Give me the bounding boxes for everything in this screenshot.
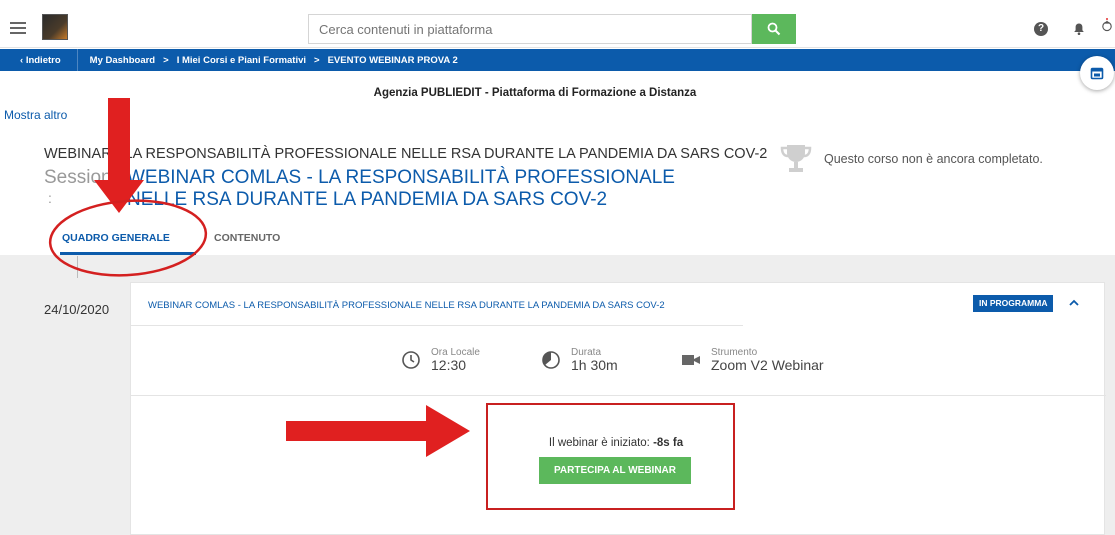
session-colon: : <box>48 190 52 206</box>
search-icon <box>767 22 781 36</box>
search-button[interactable] <box>752 14 796 44</box>
tab-contenuto[interactable]: CONTENUTO <box>214 232 280 244</box>
detail-local-time: Ora Locale 12:30 <box>401 348 480 372</box>
started-value: -8s fa <box>653 437 684 449</box>
duration-icon <box>542 351 560 369</box>
webinar-started-text: Il webinar è iniziato: -8s fa <box>536 437 696 449</box>
page: ? ‹ Indietro My Dashboard > I Miei Corsi… <box>0 0 1115 535</box>
video-camera-icon <box>682 355 700 365</box>
breadcrumb-item-dashboard[interactable]: My Dashboard <box>78 55 155 66</box>
help-icon[interactable]: ? <box>1034 22 1048 36</box>
detail-tool: Strumento Zoom V2 Webinar <box>681 348 824 372</box>
show-more-link[interactable]: Mostra altro <box>4 108 67 122</box>
timeline-line <box>77 256 78 278</box>
join-webinar-button[interactable]: PARTECIPA AL WEBINAR <box>539 457 691 484</box>
calendar-button[interactable] <box>1080 56 1114 90</box>
course-title: WEBINAR - LA RESPONSABILITÀ PROFESSIONAL… <box>44 146 768 162</box>
back-link[interactable]: ‹ Indietro <box>0 49 78 71</box>
organization-name: Agenzia PUBLIEDIT - Piattaforma di Forma… <box>373 87 697 99</box>
detail-duration: Durata 1h 30m <box>541 348 618 372</box>
completion-status: Questo corso non è ancora completato. <box>824 152 1043 166</box>
logo[interactable] <box>42 14 68 40</box>
session-label: Sessione <box>44 167 123 188</box>
divider <box>131 395 1106 396</box>
session-title: WEBINAR COMLAS - LA RESPONSABILITÀ PROFE… <box>127 167 675 210</box>
detail-value: 12:30 <box>431 357 467 373</box>
trophy-icon <box>780 145 812 172</box>
back-label: Indietro <box>25 54 61 66</box>
status-badge: IN PROGRAMMA <box>973 295 1054 312</box>
divider <box>131 325 743 326</box>
tab-quadro-generale[interactable]: QUADRO GENERALE <box>62 232 170 244</box>
bell-icon[interactable] <box>1072 22 1086 36</box>
breadcrumb-item-courses[interactable]: I Miei Corsi e Piani Formativi <box>169 55 306 66</box>
calendar-icon <box>1090 67 1104 80</box>
session-card-title: WEBINAR COMLAS - LA RESPONSABILITÀ PROFE… <box>148 300 665 311</box>
session-date: 24/10/2020 <box>44 302 110 317</box>
session-card: WEBINAR COMLAS - LA RESPONSABILITÀ PROFE… <box>130 282 1106 535</box>
search-input[interactable] <box>308 14 752 44</box>
detail-value: Zoom V2 Webinar <box>711 357 824 373</box>
chevron-up-icon[interactable] <box>1068 297 1080 309</box>
top-bar: ? <box>0 8 1115 48</box>
hamburger-menu-icon[interactable] <box>10 22 26 34</box>
session-card-header[interactable]: WEBINAR COMLAS - LA RESPONSABILITÀ PROFE… <box>131 283 1106 325</box>
breadcrumb: ‹ Indietro My Dashboard > I Miei Corsi e… <box>0 49 1115 71</box>
clock-icon <box>402 351 420 369</box>
user-avatar-icon[interactable] <box>1100 18 1114 32</box>
started-label: Il webinar è iniziato: <box>548 437 654 449</box>
breadcrumb-separator: > <box>163 54 169 66</box>
breadcrumb-separator: > <box>314 54 320 66</box>
detail-value: 1h 30m <box>571 357 618 373</box>
breadcrumb-item-current: EVENTO WEBINAR PROVA 2 <box>327 54 458 66</box>
